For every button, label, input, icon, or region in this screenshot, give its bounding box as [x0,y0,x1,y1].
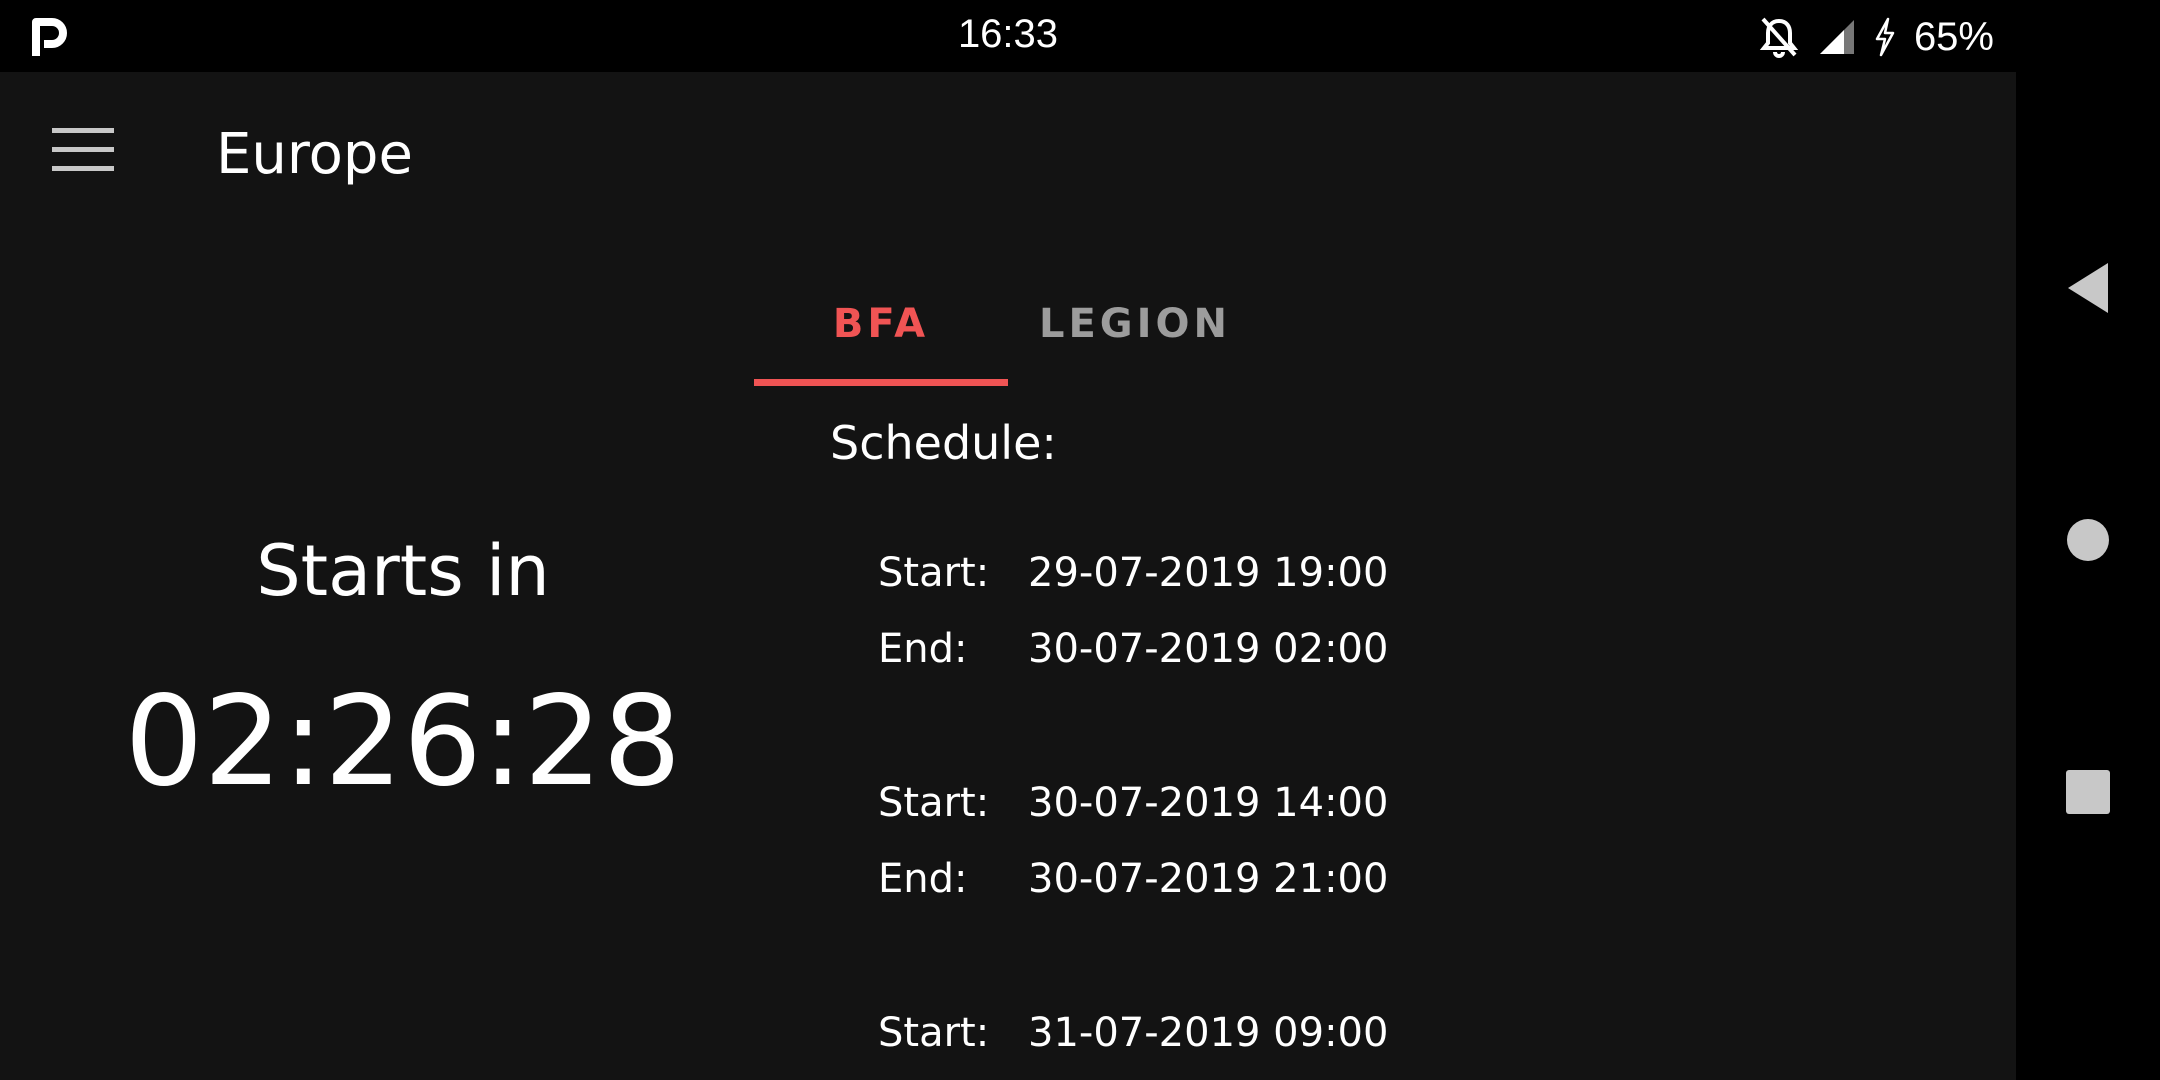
schedule-start-row: Start: 30-07-2019 14:00 [878,780,1388,826]
signal-icon [1819,20,1854,54]
end-label: End: [878,856,968,902]
status-icons: 65% [1758,14,1994,60]
tab-label: LEGION [1038,301,1231,347]
back-button[interactable] [2016,228,2160,348]
schedule-end-row: End: 30-07-2019 02:00 [878,626,1388,672]
start-value: 31-07-2019 09:00 [1028,1010,1389,1056]
battery-percentage: 65% [1913,14,1994,59]
navigation-bar [2016,0,2160,1080]
home-button[interactable] [2016,480,2160,600]
recents-button[interactable] [2016,732,2160,852]
active-tab-indicator [754,379,1008,386]
charging-icon [1875,17,1895,57]
page-title: Europe [216,122,413,187]
schedule-start-row: Start: 31-07-2019 09:00 [878,1010,1388,1056]
start-label: Start: [878,1010,990,1056]
start-label: Start: [878,780,990,826]
tab-bfa[interactable]: BFA [754,262,1008,386]
end-label: End: [878,626,968,672]
start-label: Start: [878,550,990,596]
recents-icon [2066,770,2110,814]
back-icon [2068,263,2108,313]
tab-bar: BFA LEGION [754,262,1262,386]
start-value: 29-07-2019 19:00 [1028,550,1389,596]
countdown-label: Starts in [256,530,550,612]
menu-icon[interactable] [52,128,114,176]
bell-off-icon [1759,17,1799,58]
start-value: 30-07-2019 14:00 [1028,780,1389,826]
schedule-heading: Schedule: [830,416,1057,470]
schedule-start-row: Start: 29-07-2019 19:00 [878,550,1388,596]
countdown-timer: 02:26:28 [124,670,682,814]
tab-label: BFA [832,301,930,347]
home-icon [2067,519,2109,561]
tab-legion[interactable]: LEGION [1008,262,1262,386]
status-time: 16:33 [957,12,1059,56]
app-bar: Europe [0,72,2016,244]
schedule-end-row: End: 30-07-2019 21:00 [878,856,1388,902]
end-value: 30-07-2019 02:00 [1028,626,1389,672]
status-bar: 16:33 65% [0,0,2016,72]
end-value: 30-07-2019 21:00 [1028,856,1389,902]
